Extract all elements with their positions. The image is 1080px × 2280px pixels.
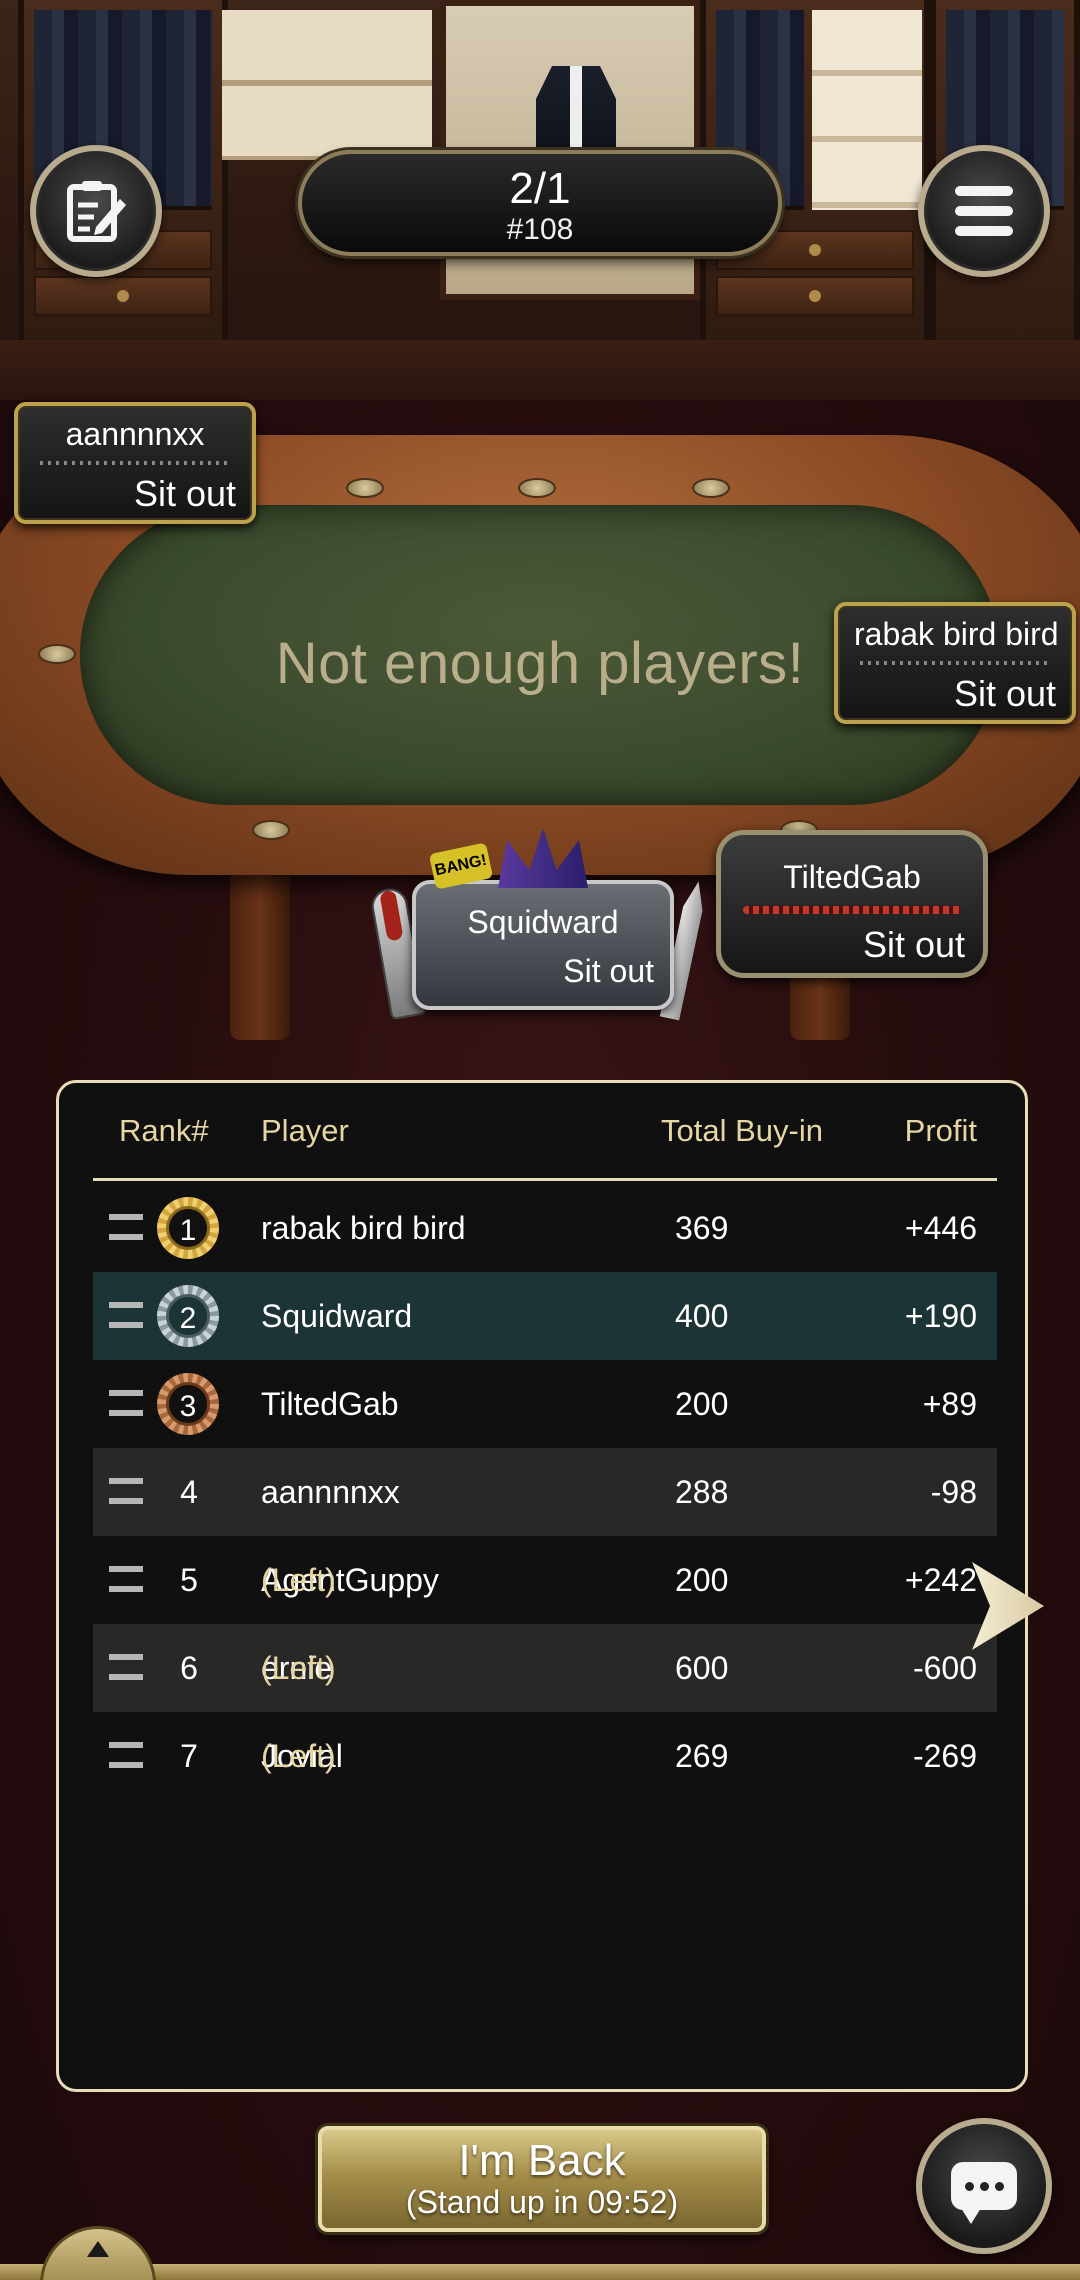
buyin-value: 269 [675, 1738, 729, 1774]
rank-number: 2 [166, 1294, 210, 1338]
floor [0, 340, 1080, 400]
rank-number: 7 [180, 1738, 198, 1774]
column-header-player: Player [261, 1113, 349, 1148]
left-tag: (Left) [261, 1650, 336, 1686]
hamburger-icon [955, 186, 1013, 236]
rail-light [692, 478, 730, 498]
left-tag: (Left) [261, 1562, 336, 1598]
blinds-display: 2/1 #108 [298, 150, 782, 256]
profit-value: -269 [912, 1738, 977, 1774]
rank-number: 1 [166, 1206, 210, 1250]
seat-status: Sit out [953, 673, 1056, 714]
chat-bubble-icon [951, 2162, 1017, 2224]
table-row: 4 aannnnxx 288 -98 [93, 1448, 997, 1536]
seat-status: Sit out [563, 953, 654, 989]
blinds-value: 2/1 [509, 164, 571, 213]
seat-divider [743, 906, 961, 914]
drag-handle-icon [109, 1742, 143, 1768]
profit-value: +190 [904, 1298, 977, 1334]
gold-medal-icon: 1 [157, 1197, 219, 1259]
table-row-current-player: 2 Squidward 400 +190 [93, 1272, 997, 1360]
table-row: 6 ernie (Left) 600 -600 [93, 1624, 997, 1712]
drag-handle-icon [109, 1566, 143, 1592]
seat-divider [40, 461, 230, 465]
buyin-value: 200 [675, 1386, 729, 1422]
seat-player-name: TiltedGab [783, 859, 921, 895]
rank-number: 4 [180, 1474, 198, 1510]
player-name: Squidward [261, 1298, 413, 1334]
rail-light [38, 644, 76, 664]
drag-handle-icon [109, 1654, 143, 1680]
notes-button[interactable] [30, 145, 162, 277]
seat-player-name: rabak bird bird [854, 616, 1059, 652]
rail-light [346, 478, 384, 498]
profit-value: -98 [930, 1474, 977, 1510]
drag-handle-icon [109, 1390, 143, 1416]
chat-button[interactable] [916, 2118, 1052, 2254]
buyin-value: 600 [675, 1650, 729, 1686]
seat-player-name: aannnnxx [65, 416, 205, 452]
buyin-value: 369 [675, 1210, 729, 1246]
silver-medal-icon: 2 [157, 1285, 219, 1347]
hand-number: #108 [506, 213, 574, 246]
shoe-shelf [812, 10, 922, 210]
left-tag: (Left) [261, 1738, 336, 1774]
bottom-bar [0, 2264, 1080, 2280]
profit-value: +446 [904, 1210, 977, 1246]
accessory-shelf [222, 10, 432, 160]
buyin-value: 288 [675, 1474, 729, 1510]
drag-handle-icon [109, 1214, 143, 1240]
table-row: 1 rabak bird bird 369 +446 [93, 1184, 997, 1272]
drawer-toggle-button[interactable] [40, 2226, 156, 2280]
seat-tiltedgab[interactable]: TiltedGab Sit out [716, 830, 988, 978]
column-header-profit: Profit [904, 1113, 977, 1148]
seat-squidward[interactable]: Squidward Sit out [412, 880, 674, 1010]
profit-value: +89 [922, 1386, 977, 1422]
table-leg-left [230, 860, 290, 1040]
im-back-button[interactable]: I'm Back (Stand up in 09:52) [318, 2126, 766, 2232]
seat-player-name: Squidward [467, 904, 619, 940]
table-status-message: Not enough players! [275, 631, 805, 696]
rank-number: 6 [180, 1650, 198, 1686]
buyin-value: 200 [675, 1562, 729, 1598]
bronze-medal-icon: 3 [157, 1373, 219, 1435]
im-back-label: I'm Back [458, 2136, 626, 2185]
profit-value: -600 [912, 1650, 977, 1686]
seat-divider [860, 661, 1050, 665]
rail-light [252, 820, 290, 840]
rank-number: 5 [180, 1562, 198, 1598]
notes-icon [67, 181, 126, 242]
column-header-buyin: Total Buy-in [661, 1113, 823, 1148]
profit-value: +242 [904, 1562, 977, 1598]
leaderboard-panel: Rank# Player Total Buy-in Profit 1 rabak… [56, 1080, 1028, 2092]
seat-status: Sit out [133, 473, 236, 514]
drag-handle-icon [109, 1302, 143, 1328]
seat-status: Sit out [862, 924, 965, 965]
menu-button[interactable] [918, 145, 1050, 277]
leaderboard-header: Rank# Player Total Buy-in Profit [93, 1083, 997, 1181]
rail-light [518, 478, 556, 498]
drag-handle-icon [109, 1478, 143, 1504]
standup-countdown: (Stand up in 09:52) [405, 2184, 679, 2220]
table-row: 3 TiltedGab 200 +89 [93, 1360, 997, 1448]
leaderboard-rows: 1 rabak bird bird 369 +446 2 Squidward 4… [93, 1184, 997, 1800]
table-row: 5 AgentGuppy (Left) 200 +242 [93, 1536, 997, 1624]
player-name: TiltedGab [261, 1386, 399, 1422]
player-name: rabak bird bird [261, 1210, 466, 1246]
table-row: 7 Jovial (Left) 269 -269 [93, 1712, 997, 1800]
column-header-rank: Rank# [119, 1113, 209, 1148]
seat-rabak-bird-bird[interactable]: rabak bird bird Sit out [834, 602, 1076, 724]
rank-number: 3 [166, 1382, 210, 1426]
arrow-up-icon [87, 2241, 109, 2257]
player-name: aannnnxx [261, 1474, 400, 1510]
buyin-value: 400 [675, 1298, 729, 1334]
seat-aannnnxx[interactable]: aannnnxx Sit out [14, 402, 256, 524]
